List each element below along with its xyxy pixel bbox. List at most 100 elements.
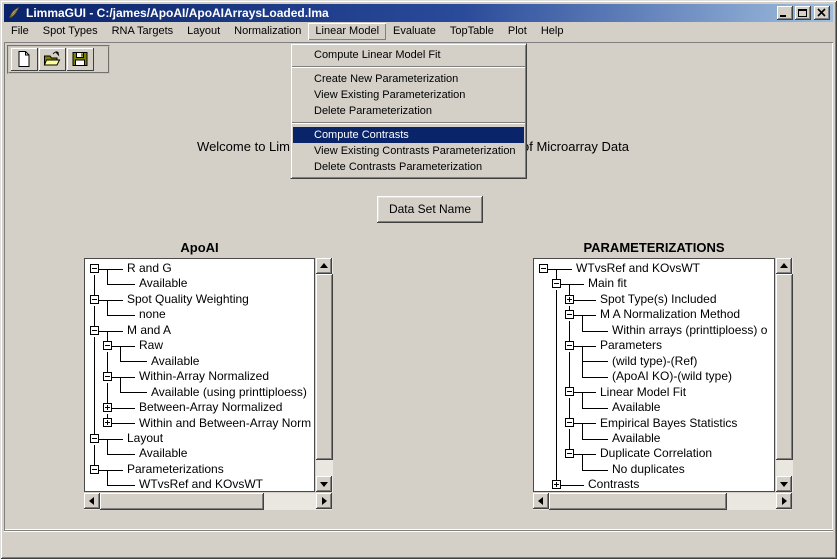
collapse-node-icon[interactable] <box>90 326 99 335</box>
tree-connector-line <box>582 354 583 361</box>
minimize-button[interactable] <box>777 6 793 20</box>
tree-node-label[interactable]: Raw <box>139 338 163 353</box>
scroll-right-button[interactable] <box>776 493 792 509</box>
collapse-node-icon[interactable] <box>565 418 574 427</box>
expand-node-icon[interactable] <box>103 418 112 427</box>
scroll-up-button[interactable] <box>776 258 792 274</box>
save-file-button[interactable] <box>67 48 94 71</box>
tree-node-label[interactable]: Parameterizations <box>127 462 224 477</box>
tree-node-label[interactable]: Available <box>139 446 187 461</box>
tree-connector-line <box>574 454 596 455</box>
right-arrow-icon <box>782 497 787 505</box>
tree-node-label[interactable]: Available <box>612 400 660 415</box>
right-tree-vertical-scrollbar[interactable] <box>776 258 793 492</box>
tree-node-label[interactable]: Available <box>612 431 660 446</box>
tree-node-label[interactable]: Contrasts <box>588 477 639 492</box>
collapse-node-icon[interactable] <box>565 310 574 319</box>
menubar-item-rna-targets[interactable]: RNA Targets <box>105 23 181 40</box>
tree-connector-line <box>94 385 95 401</box>
collapse-node-icon[interactable] <box>565 449 574 458</box>
left-tree-title: ApoAI <box>84 240 315 255</box>
menubar-item-normalization[interactable]: Normalization <box>227 23 308 40</box>
tree-node-label[interactable]: Linear Model Fit <box>600 385 686 400</box>
tree-connector-line <box>574 423 596 424</box>
tree-node-label[interactable]: M and A <box>127 323 171 338</box>
tree-node-label[interactable]: Main fit <box>588 276 627 291</box>
menubar-item-help[interactable]: Help <box>534 23 571 40</box>
scroll-down-button[interactable] <box>776 476 792 492</box>
title-bar[interactable]: LimmaGUI - C:/james/ApoAI/ApoAIArraysLoa… <box>4 4 833 22</box>
new-file-button[interactable] <box>11 48 38 71</box>
menubar-item-linear-model[interactable]: Linear Model <box>308 23 386 40</box>
collapse-node-icon[interactable] <box>90 264 99 273</box>
menubar-item-spot-types[interactable]: Spot Types <box>36 23 105 40</box>
menubar-item-file[interactable]: File <box>4 23 36 40</box>
tree-node-label[interactable]: WTvsRef and KOvsWT <box>576 261 700 276</box>
tree-node-label[interactable]: M A Normalization Method <box>600 307 740 322</box>
menubar-item-layout[interactable]: Layout <box>180 23 227 40</box>
scroll-down-button[interactable] <box>316 476 332 492</box>
tree-node-label[interactable]: No duplicates <box>612 462 685 477</box>
tree-node-label[interactable]: Spot Type(s) Included <box>600 292 717 307</box>
menubar-item-toptable[interactable]: TopTable <box>443 23 501 40</box>
tree-node-label[interactable]: none <box>139 307 166 322</box>
tree-node-label[interactable]: (wild type)-(Ref) <box>612 354 697 369</box>
menu-item-compute-contrasts[interactable]: Compute Contrasts <box>293 127 524 143</box>
scroll-left-button[interactable] <box>84 493 100 509</box>
scrollbar-thumb[interactable] <box>316 274 333 460</box>
left-tree-vertical-scrollbar[interactable] <box>316 258 333 492</box>
collapse-node-icon[interactable] <box>103 372 112 381</box>
collapse-node-icon[interactable] <box>565 341 574 350</box>
menu-item-delete-contrasts-parameterization[interactable]: Delete Contrasts Parameterization <box>293 159 524 175</box>
tree-node-label[interactable]: Available (using printtiploess) <box>151 385 307 400</box>
tree-node-label[interactable]: Within-Array Normalized <box>139 369 269 384</box>
tree-connector-line <box>556 323 557 339</box>
tree-connector-line <box>556 292 557 308</box>
scrollbar-thumb[interactable] <box>776 274 793 460</box>
tree-node-label[interactable]: R and G <box>127 261 172 276</box>
tree-node-label[interactable]: Parameters <box>600 338 662 353</box>
tree-node-label[interactable]: Spot Quality Weighting <box>127 292 249 307</box>
menu-item-create-new-parameterization[interactable]: Create New Parameterization <box>293 71 524 87</box>
scroll-right-button[interactable] <box>316 493 332 509</box>
open-file-button[interactable] <box>39 48 66 71</box>
collapse-node-icon[interactable] <box>552 279 561 288</box>
tree-node-label[interactable]: Available <box>139 276 187 291</box>
scrollbar-thumb[interactable] <box>549 493 727 510</box>
scroll-left-button[interactable] <box>533 493 549 509</box>
menu-item-compute-linear-model-fit[interactable]: Compute Linear Model Fit <box>293 47 524 63</box>
tree-connector-line <box>99 470 123 471</box>
tree-node-label[interactable]: Available <box>151 354 199 369</box>
tree-connector-line <box>582 323 583 331</box>
left-tree-horizontal-scrollbar[interactable] <box>84 493 332 510</box>
tree-node-label[interactable]: Empirical Bayes Statistics <box>600 416 737 431</box>
right-tree-horizontal-scrollbar[interactable] <box>533 493 792 510</box>
collapse-node-icon[interactable] <box>103 341 112 350</box>
menu-item-delete-parameterization[interactable]: Delete Parameterization <box>293 103 524 119</box>
maximize-button[interactable] <box>795 6 811 20</box>
collapse-node-icon[interactable] <box>90 295 99 304</box>
collapse-node-icon[interactable] <box>90 465 99 474</box>
data-set-name-button[interactable]: Data Set Name <box>377 196 483 223</box>
menubar-item-evaluate[interactable]: Evaluate <box>386 23 443 40</box>
menubar-item-plot[interactable]: Plot <box>501 23 534 40</box>
tree-node-label[interactable]: (ApoAI KO)-(wild type) <box>612 369 732 384</box>
menu-item-view-existing-contrasts-parameterization[interactable]: View Existing Contrasts Parameterization <box>293 143 524 159</box>
collapse-node-icon[interactable] <box>539 264 548 273</box>
tree-node-label[interactable]: Duplicate Correlation <box>600 446 712 461</box>
expand-node-icon[interactable] <box>552 480 561 489</box>
tree-node-label[interactable]: Within arrays (printtiploess) o <box>612 323 767 338</box>
tree-node-label[interactable]: Within and Between-Array Norm <box>139 416 311 431</box>
close-button[interactable] <box>814 6 830 20</box>
collapse-node-icon[interactable] <box>90 434 99 443</box>
tree-node-label[interactable]: Layout <box>127 431 163 446</box>
expand-node-icon[interactable] <box>103 403 112 412</box>
scrollbar-thumb[interactable] <box>100 493 264 510</box>
expand-node-icon[interactable] <box>565 295 574 304</box>
tree-node-label[interactable]: Between-Array Normalized <box>139 400 282 415</box>
menu-item-view-existing-parameterization[interactable]: View Existing Parameterization <box>293 87 524 103</box>
collapse-node-icon[interactable] <box>565 387 574 396</box>
scroll-up-button[interactable] <box>316 258 332 274</box>
tree-node-label[interactable]: WTvsRef and KOvsWT <box>139 477 263 492</box>
left-arrow-icon <box>89 497 94 505</box>
